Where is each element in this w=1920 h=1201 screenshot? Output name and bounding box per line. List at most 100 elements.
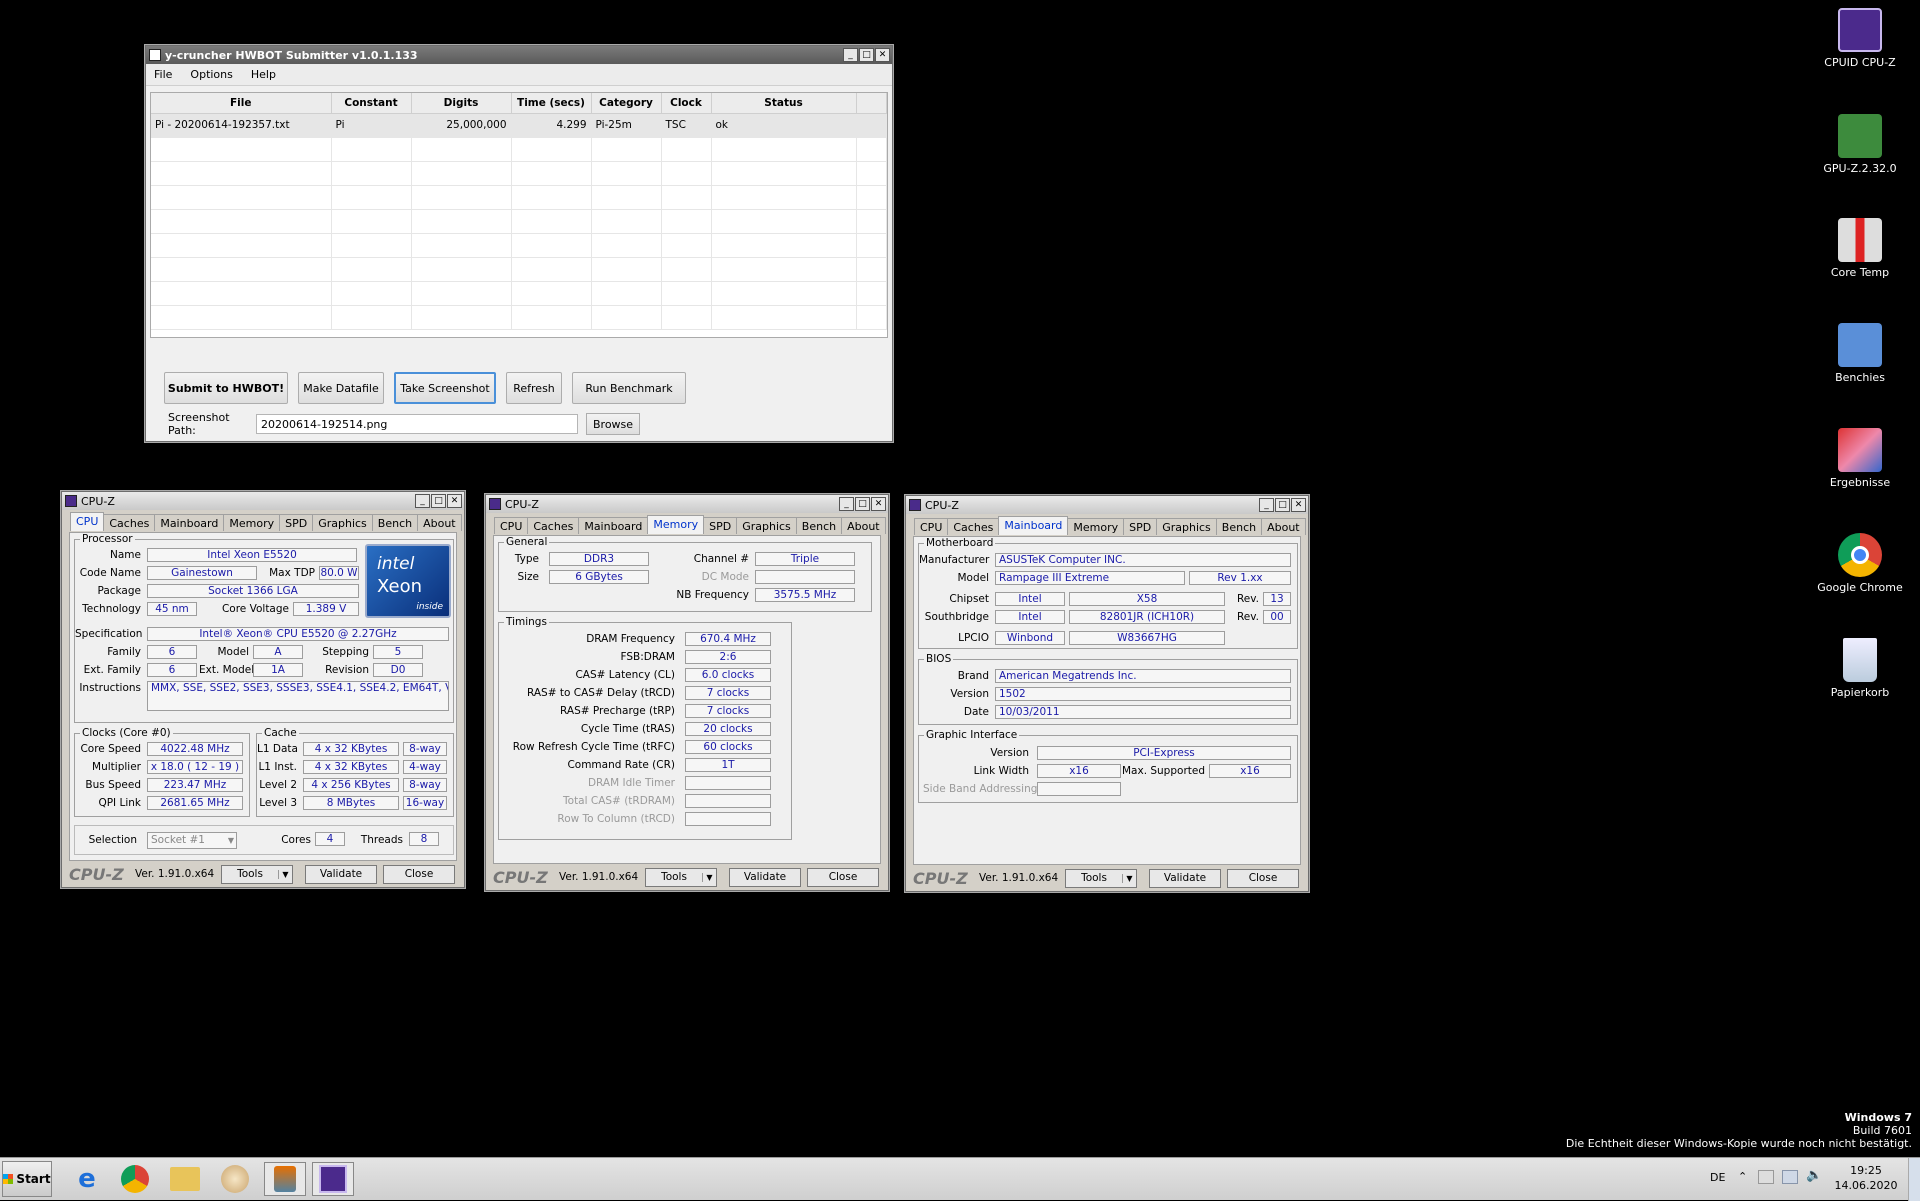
close-window-button[interactable]: Close <box>1227 868 1299 888</box>
desktop-icon-cpuz[interactable]: CPUID CPU-Z <box>1812 8 1908 69</box>
col-digits[interactable]: Digits <box>411 93 512 114</box>
tab-bench[interactable]: Bench <box>795 517 843 534</box>
show-desktop-button[interactable] <box>1908 1158 1920 1201</box>
selection-dropdown[interactable]: Socket #1 ▼ <box>147 832 237 849</box>
maximize-button[interactable]: □ <box>1275 498 1290 512</box>
taskbar-ie[interactable]: e <box>66 1162 108 1196</box>
tab-cpu[interactable]: CPU <box>914 518 949 535</box>
tab-caches[interactable]: Caches <box>527 517 580 534</box>
ycruncher-window[interactable]: y-cruncher HWBOT Submitter v1.0.1.133 _ □… <box>145 45 893 442</box>
cpuz-titlebar[interactable]: CPU-Z _ □ ✕ <box>906 496 1308 514</box>
table-row[interactable] <box>151 209 887 234</box>
tab-about[interactable]: About <box>417 514 462 531</box>
minimize-button[interactable]: _ <box>415 494 430 508</box>
refresh-button[interactable]: Refresh <box>506 372 562 404</box>
cpuz-cpu-window[interactable]: CPU-Z _ □ ✕ CPU Caches Mainboard Memory SP… <box>61 491 465 888</box>
validate-button[interactable]: Validate <box>1149 868 1221 888</box>
menu-options[interactable]: Options <box>190 68 232 81</box>
taskbar-explorer[interactable] <box>164 1162 206 1196</box>
tab-cpu[interactable]: CPU <box>494 517 529 534</box>
tools-button[interactable]: Tools ▼ <box>221 864 293 884</box>
taskbar-java[interactable] <box>264 1162 306 1196</box>
desktop-icon-coretemp[interactable]: Core Temp <box>1812 218 1908 279</box>
col-status[interactable]: Status <box>711 93 857 114</box>
table-row[interactable]: Pi - 20200614-192357.txt Pi 25,000,000 4… <box>151 113 887 138</box>
tab-about[interactable]: About <box>841 517 886 534</box>
tab-graphics[interactable]: Graphics <box>1156 518 1217 535</box>
cpuz-titlebar[interactable]: CPU-Z _ □ ✕ <box>486 495 888 513</box>
table-row[interactable] <box>151 305 887 330</box>
tab-cpu[interactable]: CPU <box>70 512 105 531</box>
minimize-button[interactable]: _ <box>843 48 858 62</box>
col-file[interactable]: File <box>151 93 332 114</box>
taskbar-cpuz[interactable] <box>312 1162 354 1196</box>
cpuz-mainboard-window[interactable]: CPU-Z _ □ ✕ CPU Caches Mainboard Memory SP… <box>905 495 1309 892</box>
tab-spd[interactable]: SPD <box>1123 518 1158 535</box>
tools-button[interactable]: Tools ▼ <box>645 867 717 887</box>
close-button[interactable]: ✕ <box>1291 498 1306 512</box>
validate-button[interactable]: Validate <box>729 867 801 887</box>
table-row[interactable] <box>151 137 887 162</box>
chevron-down-icon[interactable]: ▼ <box>278 869 292 879</box>
chevron-down-icon[interactable]: ▼ <box>702 872 716 882</box>
tab-caches[interactable]: Caches <box>947 518 1000 535</box>
minimize-button[interactable]: _ <box>1259 498 1274 512</box>
tab-mainboard[interactable]: Mainboard <box>154 514 225 531</box>
browse-button[interactable]: Browse <box>586 413 641 435</box>
tab-spd[interactable]: SPD <box>703 517 738 534</box>
results-table[interactable]: File Constant Digits Time (secs) Categor… <box>150 92 888 338</box>
make-datafile-button[interactable]: Make Datafile <box>298 372 384 404</box>
volume-icon[interactable]: 🔈 <box>1806 1168 1822 1183</box>
table-row[interactable] <box>151 233 887 258</box>
tab-bench[interactable]: Bench <box>371 514 419 531</box>
network-icon[interactable] <box>1782 1170 1798 1184</box>
tab-spd[interactable]: SPD <box>279 514 314 531</box>
maximize-button[interactable]: □ <box>431 494 446 508</box>
col-clock[interactable]: Clock <box>661 93 712 114</box>
close-window-button[interactable]: Close <box>383 864 455 884</box>
tab-bench[interactable]: Bench <box>1215 518 1263 535</box>
desktop-icon-benchies[interactable]: Benchies <box>1812 323 1908 384</box>
table-row[interactable] <box>151 185 887 210</box>
start-button[interactable]: Start <box>2 1161 52 1197</box>
tab-mainboard[interactable]: Mainboard <box>578 517 649 534</box>
chevron-down-icon[interactable]: ▼ <box>1122 873 1136 883</box>
ycruncher-titlebar[interactable]: y-cruncher HWBOT Submitter v1.0.1.133 _ □… <box>146 46 892 64</box>
desktop-icon-ergebnisse[interactable]: Ergebnisse <box>1812 428 1908 489</box>
screenshot-path-input[interactable]: 20200614-192514.png <box>256 414 578 434</box>
tab-graphics[interactable]: Graphics <box>736 517 797 534</box>
desktop-icon-chrome[interactable]: Google Chrome <box>1812 533 1908 594</box>
close-button[interactable]: ✕ <box>447 494 462 508</box>
tab-caches[interactable]: Caches <box>103 514 156 531</box>
run-benchmark-button[interactable]: Run Benchmark <box>572 372 686 404</box>
close-window-button[interactable]: Close <box>807 867 879 887</box>
validate-button[interactable]: Validate <box>305 864 377 884</box>
table-row[interactable] <box>151 281 887 306</box>
submit-button[interactable]: Submit to HWBOT! <box>164 372 288 404</box>
cpuz-memory-window[interactable]: CPU-Z _ □ ✕ CPU Caches Mainboard Memory SP… <box>485 494 889 891</box>
maximize-button[interactable]: □ <box>855 497 870 511</box>
minimize-button[interactable]: _ <box>839 497 854 511</box>
menu-help[interactable]: Help <box>251 68 276 81</box>
close-button[interactable]: ✕ <box>871 497 886 511</box>
show-hidden-icons-icon[interactable]: ⌃ <box>1738 1170 1747 1183</box>
cpuz-titlebar[interactable]: CPU-Z _ □ ✕ <box>62 492 464 510</box>
language-indicator[interactable]: DE <box>1710 1171 1725 1184</box>
taskbar-paint[interactable] <box>214 1162 256 1196</box>
table-row[interactable] <box>151 257 887 282</box>
tab-mainboard[interactable]: Mainboard <box>998 516 1069 535</box>
desktop-icon-gpuz[interactable]: GPU-Z.2.32.0 <box>1812 114 1908 175</box>
tools-button[interactable]: Tools ▼ <box>1065 868 1137 888</box>
table-row[interactable] <box>151 161 887 186</box>
tab-memory[interactable]: Memory <box>223 514 281 531</box>
maximize-button[interactable]: □ <box>859 48 874 62</box>
action-center-icon[interactable] <box>1758 1170 1774 1184</box>
menu-file[interactable]: File <box>154 68 172 81</box>
tab-memory[interactable]: Memory <box>647 515 705 534</box>
taskbar-chrome[interactable] <box>114 1162 156 1196</box>
col-constant[interactable]: Constant <box>331 93 412 114</box>
col-time[interactable]: Time (secs) <box>511 93 592 114</box>
tab-about[interactable]: About <box>1261 518 1306 535</box>
clock[interactable]: 19:25 14.06.2020 <box>1826 1163 1906 1193</box>
tab-memory[interactable]: Memory <box>1067 518 1125 535</box>
